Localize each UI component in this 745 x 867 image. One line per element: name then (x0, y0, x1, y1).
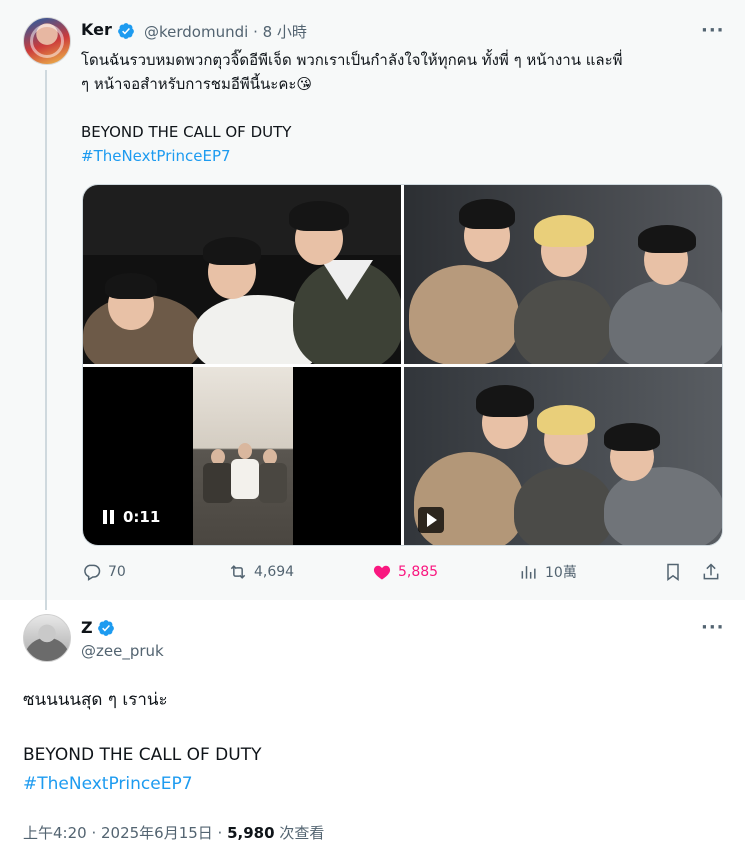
timestamp[interactable]: 上午4:20 · 2025年6月15日 · (23, 824, 227, 842)
hashtag-link[interactable]: #TheNextPrinceEP7 (81, 144, 721, 168)
like-button[interactable]: 5,885 (372, 562, 438, 582)
repost-icon (230, 565, 246, 579)
handle-text[interactable]: @kerdomundi (144, 23, 248, 41)
more-options-icon[interactable]: ··· (701, 617, 725, 638)
reply-text-line: BEYOND THE CALL OF DUTY (23, 745, 262, 765)
tweet-text-line: BEYOND THE CALL OF DUTY (81, 123, 292, 141)
photo-2[interactable] (404, 185, 722, 364)
bookmark-button[interactable] (663, 562, 683, 582)
tweet-time[interactable]: · 8 小時 (253, 23, 307, 41)
video-duration: 0:11 (123, 508, 161, 526)
tweet-text-line: ๆ หน้าจอสำหรับการชมอีพีนี้นะคะ😘 (81, 75, 313, 93)
reply-text-line: ซนนนนสุด ๆ เราน่ะ (23, 690, 168, 710)
photo-4[interactable] (404, 367, 722, 545)
video-player[interactable]: 0:11 (83, 367, 401, 545)
reply-count: 70 (108, 564, 126, 580)
tweet-meta: 上午4:20 · 2025年6月15日 · 5,980 次查看 (23, 822, 324, 843)
media-grid: 0:11 (82, 184, 723, 546)
tweet-text: โดนฉันรวบหมดพวกตุวจิ๊ดอีพีเจ็ด พวกเราเป็… (81, 48, 721, 168)
verified-badge-icon (98, 620, 114, 636)
bookmark-icon (667, 563, 679, 581)
avatar[interactable] (23, 614, 71, 662)
handle[interactable]: @kerdomundi · 8 小時 (144, 21, 307, 42)
action-bar: 70 4,694 5,885 10萬 (0, 562, 745, 586)
play-icon[interactable] (418, 507, 444, 533)
views-icon (521, 566, 536, 579)
video-frame (193, 367, 293, 545)
display-name[interactable]: Z (81, 618, 93, 637)
thread-connector-line (45, 70, 47, 610)
verified-badge-icon (118, 23, 134, 39)
video-status-badge[interactable]: 0:11 (95, 503, 168, 531)
views-label: 次查看 (274, 824, 325, 842)
views-button[interactable]: 10萬 (519, 562, 577, 582)
views-count: 5,980 (227, 824, 275, 842)
repost-count: 4,694 (254, 564, 295, 580)
views-count: 10萬 (545, 565, 577, 581)
reply-icon (84, 564, 101, 581)
hashtag-link[interactable]: #TheNextPrinceEP7 (23, 774, 193, 794)
reply-button[interactable]: 70 (82, 562, 126, 582)
avatar[interactable] (23, 17, 71, 65)
photo-1[interactable] (83, 185, 401, 364)
like-icon (373, 565, 391, 580)
tweet-text-line: โดนฉันรวบหมดพวกตุวจิ๊ดอีพีเจ็ด พวกเราเป็… (81, 51, 623, 69)
share-icon (703, 563, 719, 580)
handle-text[interactable]: @zee_pruk (81, 642, 164, 660)
more-options-icon[interactable]: ··· (701, 20, 725, 41)
display-name[interactable]: Ker (81, 20, 112, 39)
pause-icon[interactable] (103, 510, 115, 524)
share-button[interactable] (701, 562, 721, 582)
like-count: 5,885 (398, 564, 439, 580)
repost-button[interactable]: 4,694 (228, 562, 294, 582)
